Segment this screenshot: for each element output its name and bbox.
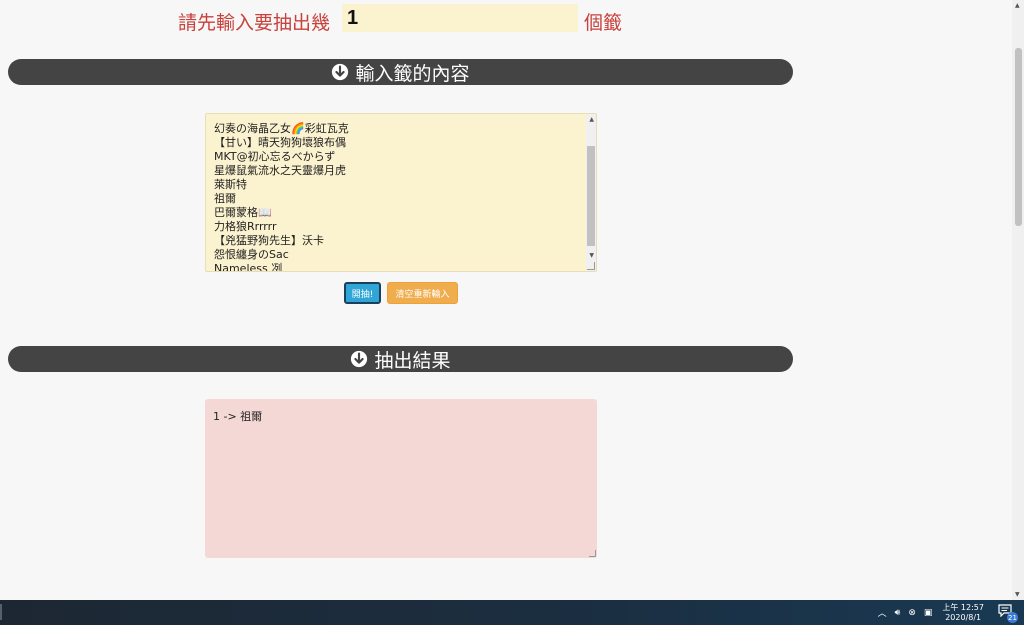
entry-line: 星爆鼠氣流水之天靈爆月虎 — [214, 164, 346, 177]
scroll-up-arrow-icon[interactable]: ▲ — [1015, 2, 1020, 9]
input-section-title: 輸入籤的內容 — [355, 62, 470, 85]
entry-line: 力格狼Rrrrrr — [214, 220, 277, 233]
arrow-down-circle-icon — [351, 350, 368, 368]
system-tray: ︿ 🔊︎ ⊗ ▣ 上午 12:57 2020/8/1 — [870, 600, 984, 625]
resize-grip-icon[interactable] — [587, 262, 595, 270]
result-text: 1 -> 祖爾 — [213, 410, 263, 423]
entries-scrollbar[interactable]: ▲ ▼ — [586, 114, 596, 271]
entry-line: MKT@初心忘るべからず — [214, 150, 336, 163]
scroll-down-arrow-icon[interactable]: ▼ — [589, 252, 594, 259]
draw-count-label: 請先輸入要抽出幾 — [178, 12, 331, 34]
entry-line: 幻奏の海晶乙女🌈彩虹瓦克 — [214, 122, 349, 135]
chevron-up-icon[interactable]: ︿ — [878, 606, 887, 619]
scroll-up-arrow-icon[interactable]: ▲ — [589, 116, 594, 123]
draw-count-unit: 個籤 — [584, 12, 623, 34]
input-method-icon[interactable]: ▣ — [924, 608, 933, 618]
result-section-title: 抽出結果 — [374, 349, 451, 372]
notification-count-badge: 21 — [1007, 612, 1018, 623]
entry-line — [214, 114, 584, 122]
entry-line: 【兇猛野狗先生】沃卡 — [214, 234, 324, 247]
entry-line: 【甘い】晴天狗狗壞狼布偶 — [214, 136, 346, 149]
input-section-header: 輸入籤的內容 — [8, 59, 793, 85]
entries-scroll-thumb[interactable] — [587, 146, 595, 246]
entry-line: 萊斯特 — [214, 178, 247, 191]
entries-list: 幻奏の海晶乙女🌈彩虹瓦克 【甘い】晴天狗狗壞狼布偶 MKT@初心忘るべからず 星… — [214, 114, 584, 272]
network-disconnected-icon[interactable]: ⊗ — [908, 608, 916, 618]
taskbar-clock[interactable]: 上午 12:57 2020/8/1 — [942, 603, 984, 623]
page-scrollbar[interactable]: ▲ ▼ — [1012, 0, 1024, 600]
entries-textarea[interactable]: 幻奏の海晶乙女🌈彩虹瓦克 【甘い】晴天狗狗壞狼布偶 MKT@初心忘るべからず 星… — [205, 113, 597, 272]
entry-line: 怨恨纏身のSac — [214, 248, 289, 261]
taskbar-left-edge — [0, 604, 2, 620]
page-scroll-thumb[interactable] — [1015, 48, 1022, 226]
entry-line: 巴爾蒙格📖 — [214, 206, 272, 219]
scroll-down-arrow-icon[interactable]: ▼ — [1015, 591, 1020, 598]
draw-button[interactable]: 開抽! — [344, 282, 381, 304]
windows-taskbar: ︿ 🔊︎ ⊗ ▣ 上午 12:57 2020/8/1 21 — [0, 600, 1024, 625]
entry-line: Nameless 冽 — [214, 262, 283, 272]
speaker-icon[interactable]: 🔊︎ — [895, 608, 901, 618]
arrow-down-circle-icon — [332, 63, 349, 81]
clock-date: 2020/8/1 — [945, 612, 982, 622]
draw-count-row: 請先輸入要抽出幾 個籤 — [0, 3, 1012, 35]
draw-count-input[interactable] — [342, 4, 578, 32]
clock-time: 上午 12:57 — [942, 602, 984, 612]
entry-line: 祖爾 — [214, 192, 236, 205]
clear-reset-button[interactable]: 清空重新輸入 — [387, 282, 458, 304]
result-section-header: 抽出結果 — [8, 346, 793, 372]
resize-grip-icon[interactable] — [589, 550, 596, 557]
notification-center-icon[interactable]: 21 — [998, 604, 1018, 623]
result-textarea[interactable]: 1 -> 祖爾 — [205, 399, 597, 558]
